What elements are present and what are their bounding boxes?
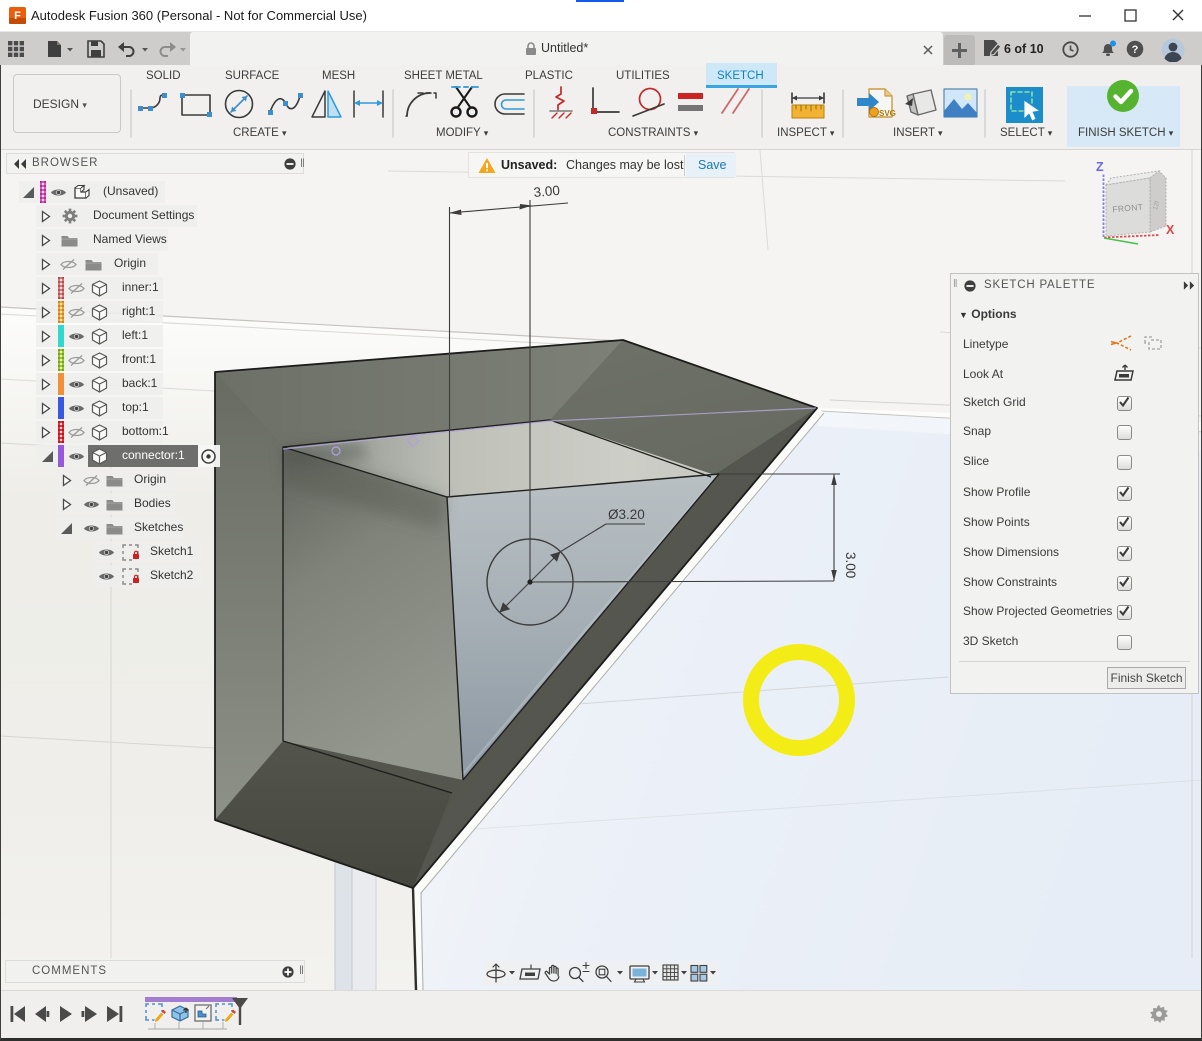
- svg-text:SVG: SVG: [879, 109, 896, 118]
- svg-text:F: F: [14, 10, 21, 22]
- svg-text:3.00: 3.00: [843, 552, 858, 578]
- svg-text:?: ?: [1132, 44, 1139, 56]
- svg-text:X: X: [1166, 223, 1175, 237]
- svg-text:Z: Z: [1096, 160, 1104, 174]
- svg-text:Ø3.20: Ø3.20: [608, 507, 645, 522]
- svg-text:3.00: 3.00: [533, 183, 560, 200]
